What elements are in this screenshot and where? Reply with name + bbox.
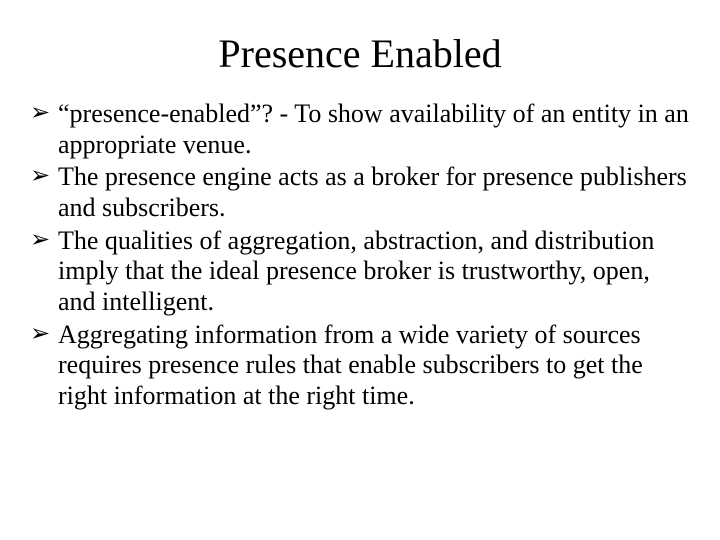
bullet-text: Aggregating information from a wide vari… [58,320,643,410]
slide-title: Presence Enabled [30,30,690,77]
list-item: ➢ The qualities of aggregation, abstract… [30,226,690,318]
slide: Presence Enabled ➢ “presence-enabled”? -… [0,0,720,540]
list-item: ➢ “presence-enabled”? - To show availabi… [30,99,690,160]
bullet-list: ➢ “presence-enabled”? - To show availabi… [30,99,690,412]
bullet-marker-icon: ➢ [30,226,50,254]
bullet-text: The qualities of aggregation, abstractio… [58,226,654,316]
bullet-marker-icon: ➢ [30,99,50,127]
bullet-text: “presence-enabled”? - To show availabili… [58,99,689,159]
bullet-text: The presence engine acts as a broker for… [58,162,687,222]
bullet-marker-icon: ➢ [30,162,50,190]
list-item: ➢ Aggregating information from a wide va… [30,320,690,412]
list-item: ➢ The presence engine acts as a broker f… [30,162,690,223]
bullet-marker-icon: ➢ [30,320,50,348]
